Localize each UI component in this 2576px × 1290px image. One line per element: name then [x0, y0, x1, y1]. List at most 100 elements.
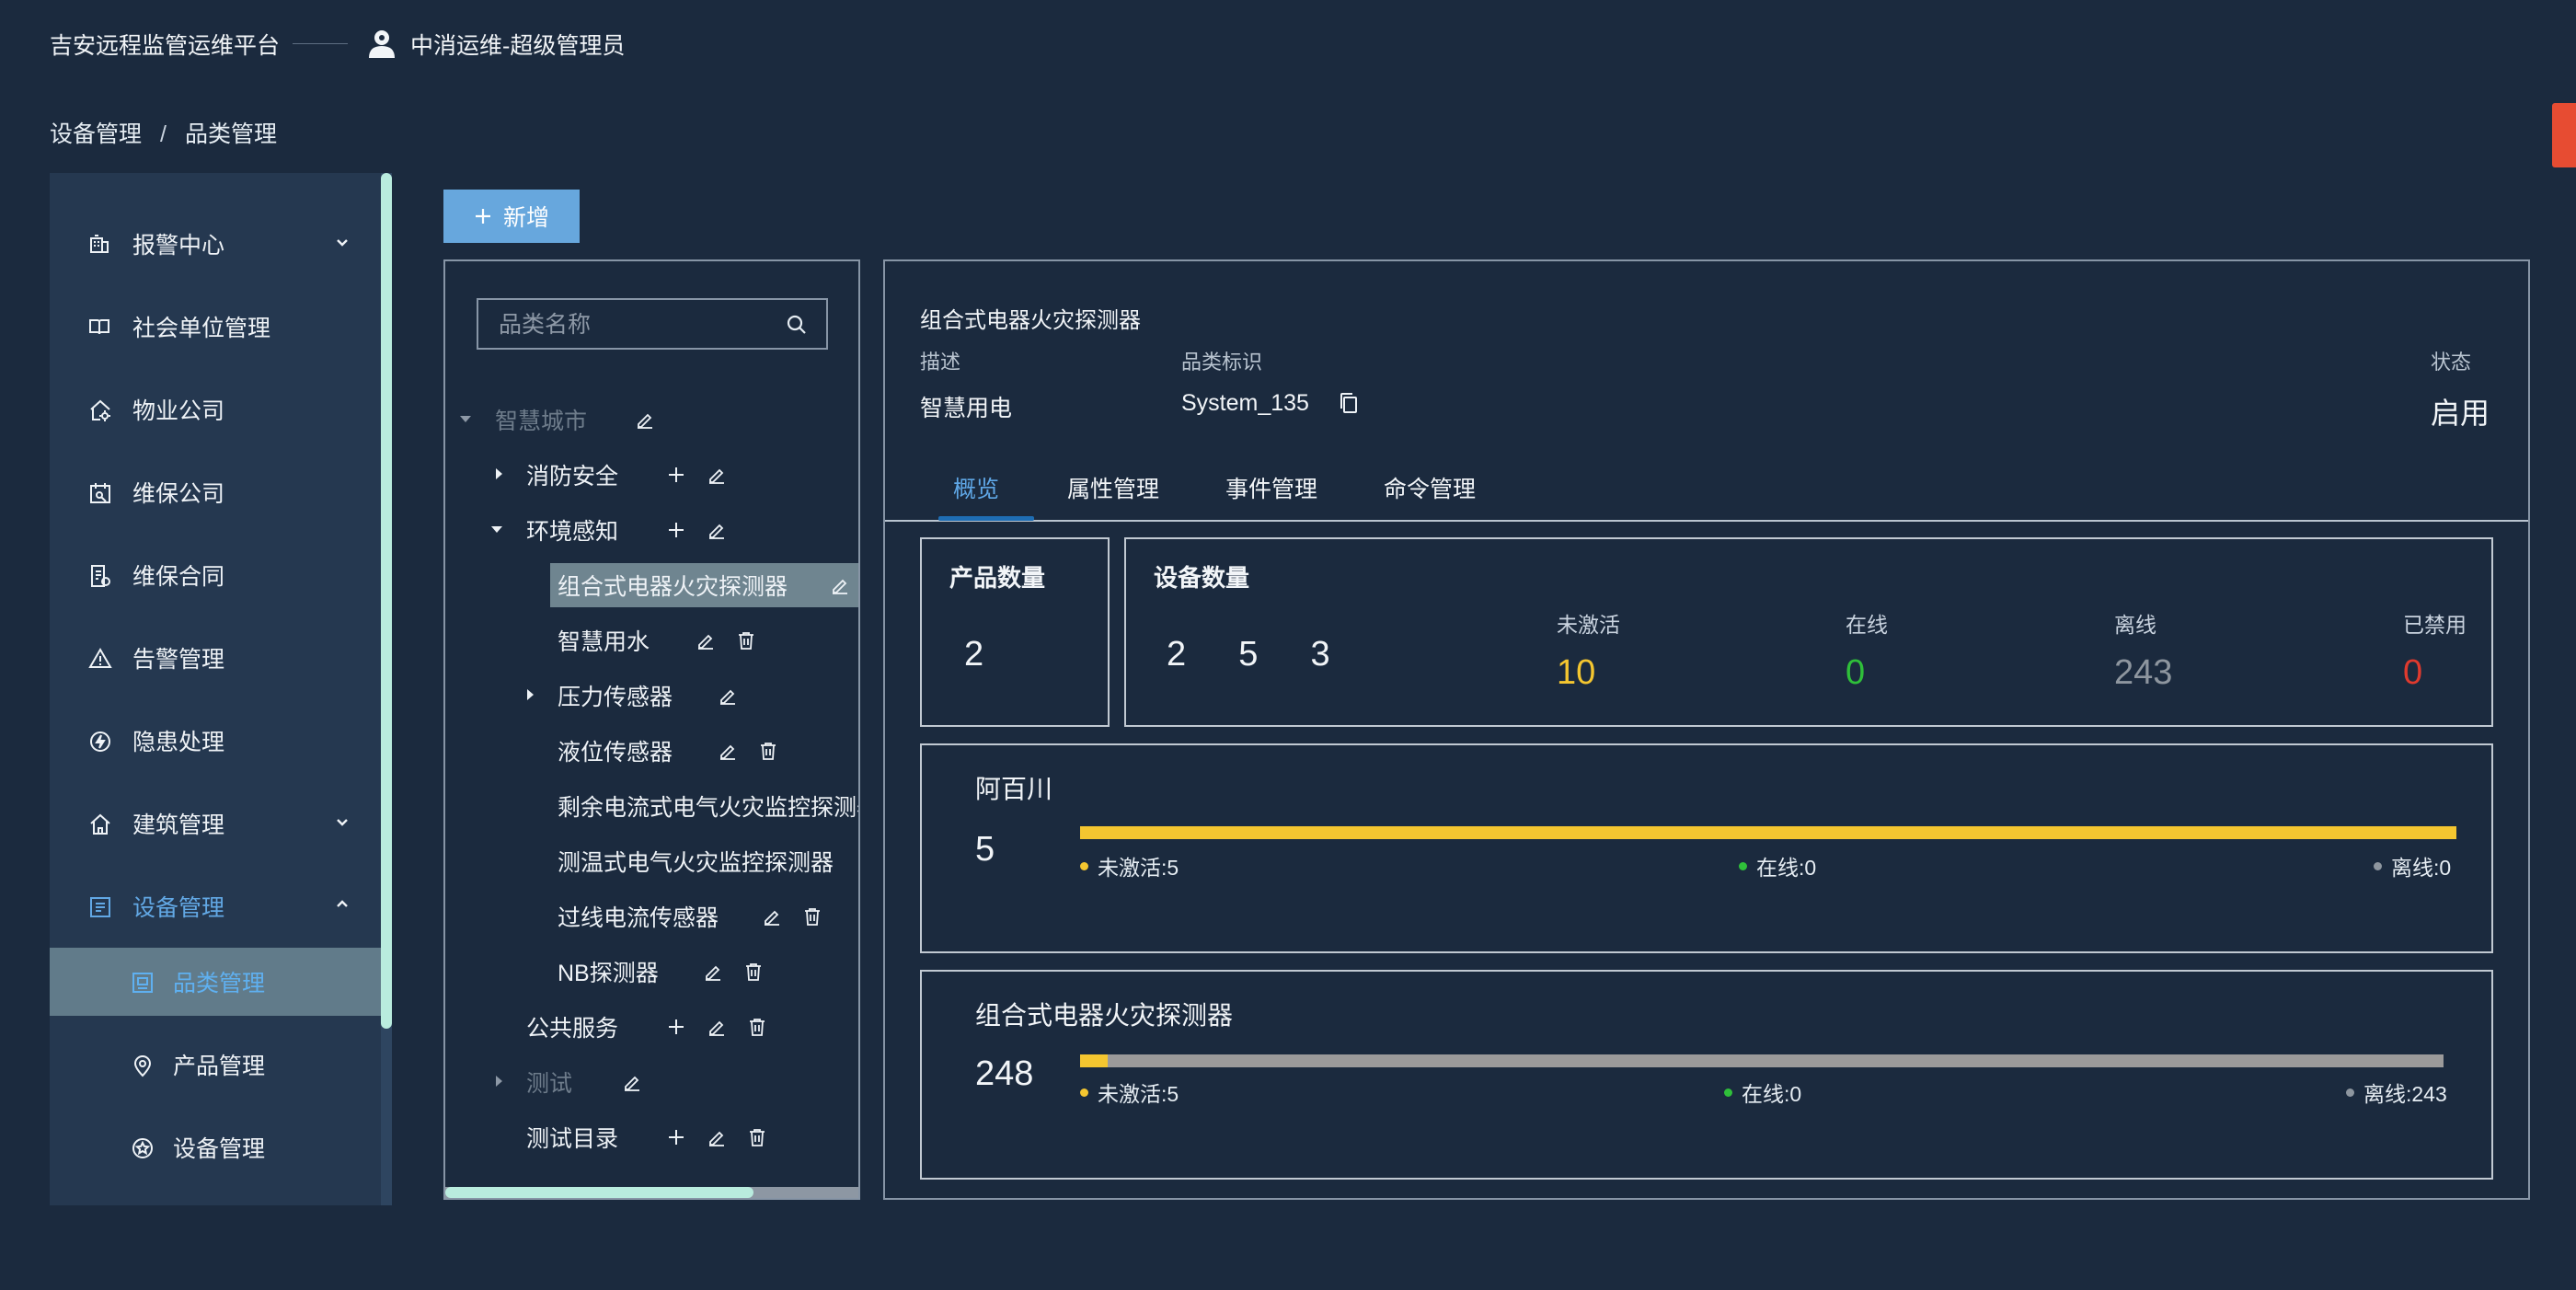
- header-divider: [293, 43, 348, 44]
- caret-down-icon[interactable]: [489, 522, 504, 536]
- delete-icon[interactable]: [743, 962, 764, 982]
- tree-node-fire-safety[interactable]: 消防安全: [445, 453, 858, 497]
- tree-node-test-directory[interactable]: 测试目录: [445, 1115, 858, 1159]
- tab-commands[interactable]: 命令管理: [1384, 471, 1476, 504]
- legend-inactive: 未激活:5: [1080, 1077, 1179, 1108]
- caret-right-icon[interactable]: [491, 1074, 506, 1088]
- product-inactive-bar: [1080, 826, 2456, 839]
- tree-node-public-service[interactable]: 公共服务: [445, 1005, 858, 1049]
- category-search-input[interactable]: [478, 300, 795, 350]
- delete-icon[interactable]: [736, 630, 756, 651]
- detail-title: 组合式电器火灾探测器: [920, 308, 1141, 333]
- user-name[interactable]: 中消运维-超级管理员: [410, 28, 625, 61]
- sidebar-item-hazard-handling[interactable]: 隐患处理: [50, 707, 381, 775]
- product-inactive-bar: [1080, 1054, 1108, 1067]
- sidebar-subitem-device-management[interactable]: 设备管理: [50, 1113, 381, 1181]
- category-tree-panel: 智慧城市 消防安全 环境感知 组合式电器火灾探测器 智慧用水 压力传感器 液位传…: [443, 259, 860, 1200]
- breadcrumb-separator: /: [160, 121, 167, 147]
- tree-node-level-sensor[interactable]: 液位传感器: [445, 729, 858, 773]
- tree-node-pressure-sensor[interactable]: 压力传感器: [445, 674, 858, 718]
- sidebar-subitem-category-management[interactable]: 品类管理: [50, 948, 381, 1016]
- edit-icon[interactable]: [830, 575, 850, 595]
- sidebar-scrollbar-thumb[interactable]: [381, 173, 392, 1029]
- maintenance-icon: [88, 481, 112, 505]
- tree-node-environment-sensing[interactable]: 环境感知: [445, 508, 858, 552]
- device-count-value: 2 5 3: [1167, 635, 1330, 674]
- tree-node-line-current-sensor[interactable]: 过线电流传感器: [445, 894, 858, 939]
- edit-icon[interactable]: [718, 741, 738, 761]
- tree-node-test[interactable]: 测试: [445, 1060, 858, 1104]
- sidebar-item-device-management[interactable]: 设备管理: [50, 872, 381, 940]
- add-child-icon[interactable]: [666, 520, 686, 540]
- stat-online-label: 在线: [1846, 613, 1888, 637]
- add-child-icon[interactable]: [666, 1127, 686, 1147]
- tab-overview[interactable]: 概览: [953, 471, 999, 504]
- caret-right-icon[interactable]: [491, 466, 506, 481]
- edit-icon[interactable]: [707, 1017, 727, 1037]
- add-child-icon[interactable]: [666, 1017, 686, 1037]
- tree-node-smart-water[interactable]: 智慧用水: [445, 618, 858, 662]
- edit-icon[interactable]: [703, 962, 723, 982]
- delete-icon[interactable]: [758, 741, 778, 761]
- sidebar-item-property-company[interactable]: 物业公司: [50, 375, 381, 443]
- delete-icon[interactable]: [747, 1017, 767, 1037]
- delete-icon[interactable]: [747, 1127, 767, 1147]
- stat-offline-value: 243: [2114, 653, 2173, 692]
- warning-icon: [88, 647, 112, 671]
- tab-events[interactable]: 事件管理: [1225, 471, 1317, 504]
- add-category-button[interactable]: 新增: [443, 190, 580, 243]
- stat-disabled-value: 0: [2403, 653, 2423, 692]
- tree-node-nb-detector[interactable]: NB探测器: [445, 950, 858, 994]
- edit-icon[interactable]: [718, 685, 738, 706]
- sidebar: 报警中心 社会单位管理 物业公司 维保公司 维保合同 告警管理 隐患处理 建筑管…: [50, 173, 392, 1205]
- edit-icon[interactable]: [622, 1072, 642, 1092]
- plus-icon: [474, 207, 492, 225]
- product-name: 阿百川: [975, 775, 1053, 803]
- tree-node-residual-current-detector[interactable]: 剩余电流式电气火灾监控探测器: [445, 784, 858, 828]
- delete-icon[interactable]: [802, 906, 822, 927]
- sidebar-item-maintenance-company[interactable]: 维保公司: [50, 458, 381, 526]
- product-status-bar: [1080, 1054, 2444, 1067]
- tree-node-smart-city[interactable]: 智慧城市: [445, 397, 858, 442]
- chevron-up-icon[interactable]: [335, 897, 350, 912]
- sidebar-subitem-product-management[interactable]: 产品管理: [50, 1031, 381, 1099]
- edit-icon[interactable]: [707, 465, 727, 485]
- edit-icon[interactable]: [635, 409, 655, 430]
- contract-icon: [88, 564, 112, 588]
- status-value: 启用: [2431, 397, 2490, 430]
- legend-inactive: 未激活:5: [1080, 850, 1179, 881]
- tab-active-indicator: [938, 516, 1034, 521]
- legend-online: 在线:0: [1724, 1077, 1801, 1108]
- side-drawer-tab[interactable]: [2552, 103, 2576, 167]
- copy-icon[interactable]: [1338, 391, 1360, 415]
- edit-icon[interactable]: [762, 906, 782, 927]
- category-id-value: System_135: [1181, 390, 1309, 416]
- caret-down-icon[interactable]: [458, 411, 473, 426]
- edit-icon[interactable]: [707, 1127, 727, 1147]
- location-pin-icon: [131, 1054, 155, 1077]
- device-list-icon: [88, 895, 112, 919]
- book-icon: [88, 316, 110, 338]
- sidebar-item-maintenance-contract[interactable]: 维保合同: [50, 541, 381, 609]
- chevron-down-icon[interactable]: [335, 235, 350, 249]
- tree-node-temperature-detector[interactable]: 测温式电气火灾监控探测器: [445, 839, 858, 883]
- edit-icon[interactable]: [696, 630, 716, 651]
- caret-right-icon[interactable]: [523, 687, 537, 702]
- description-label: 描述: [920, 351, 961, 374]
- edit-icon[interactable]: [707, 520, 727, 540]
- sidebar-item-alarm-center[interactable]: 报警中心: [50, 210, 381, 278]
- sidebar-item-alert-management[interactable]: 告警管理: [50, 624, 381, 692]
- search-icon[interactable]: [786, 314, 808, 336]
- sidebar-item-building-management[interactable]: 建筑管理: [50, 789, 381, 858]
- tree-node-combined-fire-detector[interactable]: 组合式电器火灾探测器: [550, 563, 858, 607]
- tree-horizontal-scrollbar-thumb[interactable]: [445, 1187, 753, 1198]
- add-child-icon[interactable]: [666, 465, 686, 485]
- tab-attributes[interactable]: 属性管理: [1067, 471, 1159, 504]
- stat-inactive-value: 10: [1557, 653, 1596, 692]
- breadcrumb-item-category-management: 品类管理: [184, 121, 277, 147]
- breadcrumb-item-device-management[interactable]: 设备管理: [50, 121, 142, 147]
- user-icon: [366, 28, 397, 59]
- chevron-down-icon[interactable]: [335, 814, 350, 829]
- sidebar-item-social-units[interactable]: 社会单位管理: [50, 293, 381, 361]
- category-icon: [131, 971, 155, 995]
